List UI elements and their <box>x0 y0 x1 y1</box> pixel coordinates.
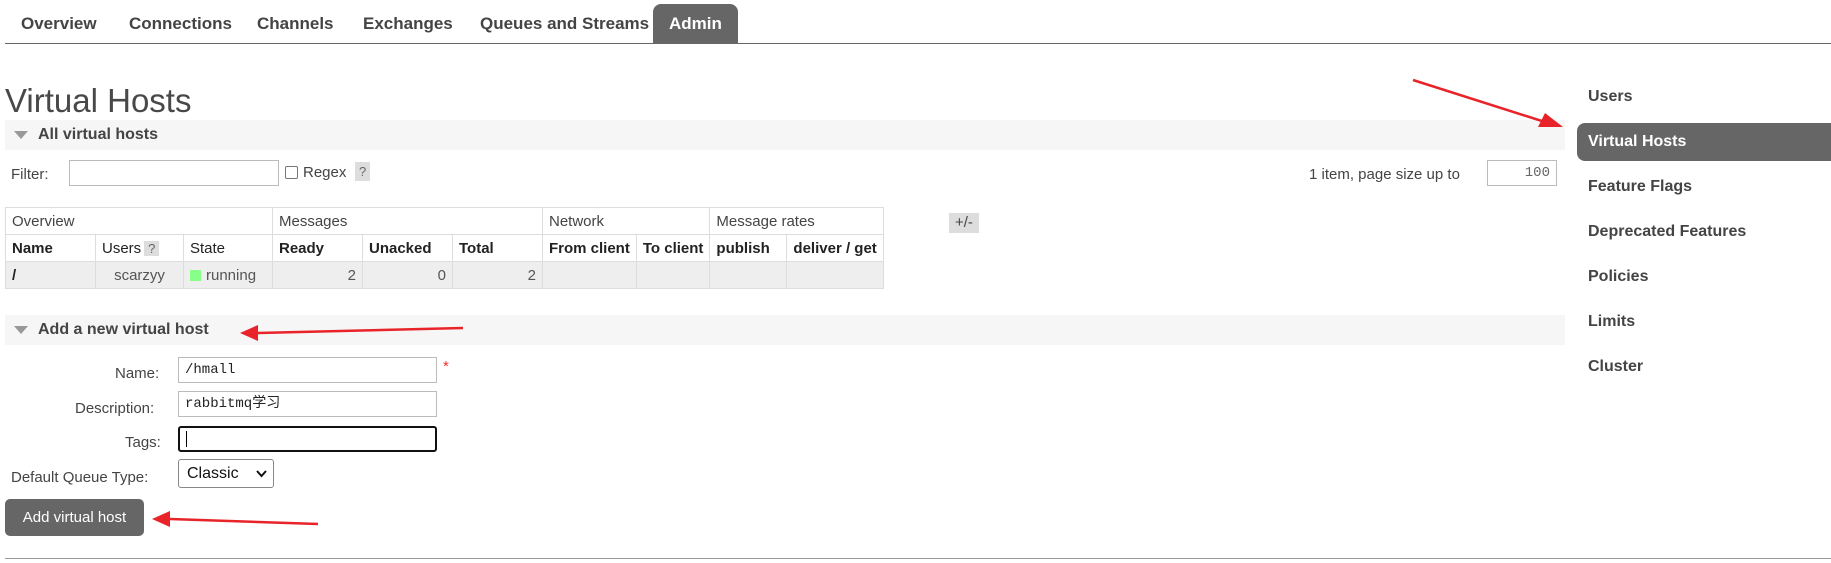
arrow-to-add-button-icon <box>152 511 319 527</box>
arrow-to-add-section-icon <box>240 325 464 341</box>
annotation-arrows <box>152 78 1563 527</box>
arrow-to-virtual-hosts-icon <box>1412 78 1563 127</box>
